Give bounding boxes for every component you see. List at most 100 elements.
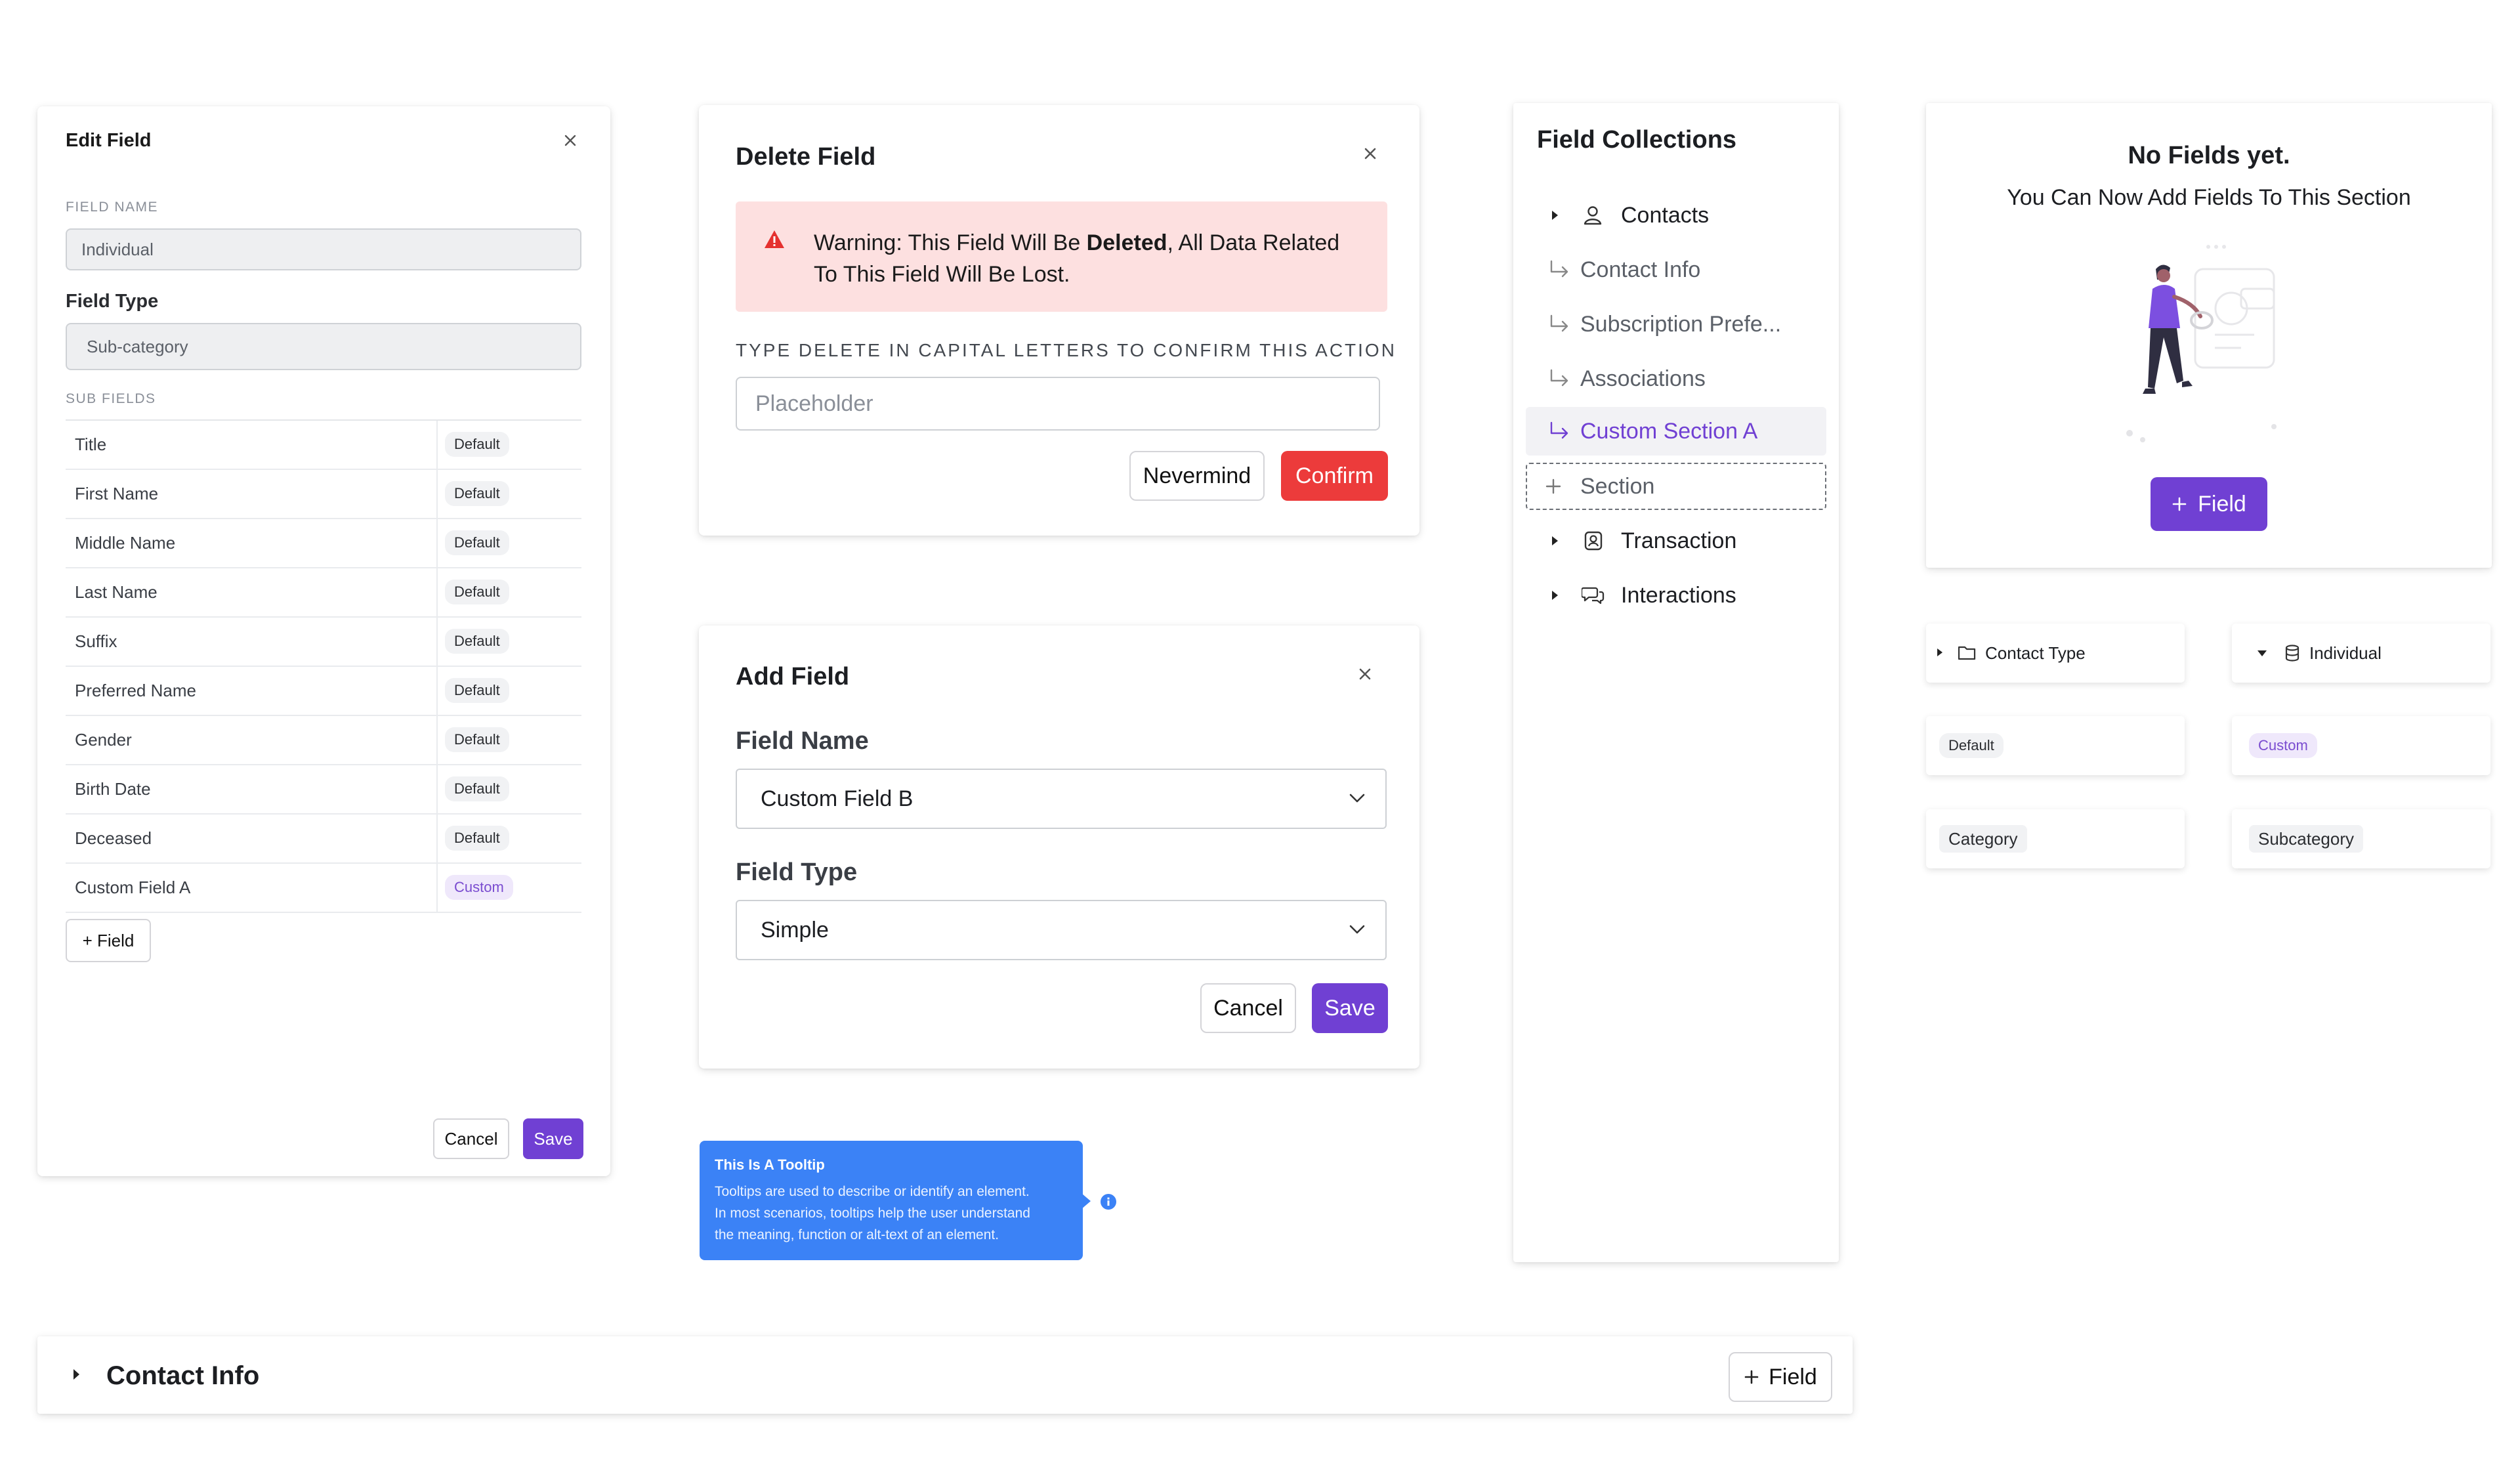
cancel-button[interactable]: Cancel — [433, 1118, 509, 1159]
table-row[interactable]: Gender Default — [66, 716, 581, 765]
field-type-input[interactable]: Sub-category — [66, 323, 581, 370]
collection-label: Interactions — [1621, 582, 1736, 608]
field-name-select-value: Custom Field B — [761, 786, 914, 811]
table-row[interactable]: Middle Name Default — [66, 519, 581, 568]
default-badge: Default — [445, 727, 509, 752]
add-sub-field-button[interactable]: + Field — [66, 919, 151, 962]
collection-label: Contacts — [1621, 202, 1710, 228]
field-name-label: FIELD NAME — [66, 200, 159, 215]
default-badge: Default — [445, 530, 509, 555]
subdirectory-arrow-icon — [1549, 314, 1570, 333]
field-type-label: Field Type — [66, 291, 159, 312]
collection-item-transaction[interactable]: Transaction — [1542, 518, 1818, 564]
tooltip-line-1: Tooltips are used to describe or identif… — [715, 1184, 1030, 1199]
warning-text-suffix: , All Data Related — [1167, 230, 1340, 255]
sub-field-name: Deceased — [75, 828, 152, 848]
table-row[interactable]: Last Name Default — [66, 568, 581, 618]
add-section-button[interactable]: Section — [1526, 463, 1826, 510]
tooltip-title: This Is A Tooltip — [715, 1156, 825, 1173]
confirm-delete-input[interactable]: Placeholder — [736, 377, 1380, 431]
subcategory-badge: Subcategory — [2249, 825, 2363, 853]
tooltip-line-3: the meaning, function or alt-text of an … — [715, 1227, 999, 1242]
sub-field-name: Preferred Name — [75, 681, 196, 700]
contact-type-label: Contact Type — [1985, 643, 2086, 663]
custom-badge: Custom — [445, 875, 513, 900]
tooltip-line-2: In most scenarios, tooltips help the use… — [715, 1206, 1030, 1221]
individual-label: Individual — [2309, 643, 2382, 663]
warning-text-prefix: Warning: This Field Will Be — [814, 230, 1087, 255]
collection-item-contacts[interactable]: Contacts — [1542, 192, 1818, 238]
default-badge: Default — [1939, 733, 2004, 758]
badge-person-icon — [1583, 530, 1604, 551]
table-row[interactable]: Preferred Name Default — [66, 667, 581, 716]
field-name-input[interactable]: Individual — [66, 228, 581, 270]
caret-down-icon — [2257, 649, 2267, 657]
field-type-select[interactable]: Simple — [736, 900, 1387, 960]
subdirectory-arrow-icon — [1549, 260, 1570, 278]
collection-item-interactions[interactable]: Interactions — [1542, 572, 1818, 618]
nevermind-button[interactable]: Nevermind — [1129, 451, 1265, 501]
field-name-select[interactable]: Custom Field B — [736, 769, 1387, 829]
sub-field-name: Birth Date — [75, 779, 151, 799]
default-badge: Default — [445, 481, 509, 506]
add-field-button-label: Field — [2198, 491, 2246, 517]
caret-right-icon — [1551, 210, 1559, 221]
contact-type-collapsed-item[interactable]: Contact Type — [1926, 624, 2185, 683]
caret-right-icon[interactable] — [72, 1368, 80, 1380]
section-title: Contact Info — [106, 1361, 260, 1390]
collection-label: Section — [1580, 473, 1655, 499]
sub-field-name: Last Name — [75, 582, 158, 602]
category-tag-card: Category — [1926, 809, 2185, 868]
individual-expanded-item[interactable]: Individual — [2232, 624, 2490, 683]
empty-state-illustration — [2116, 243, 2300, 453]
chat-bubbles-icon — [1582, 585, 1605, 606]
default-badge: Default — [445, 629, 509, 654]
collection-item-subscription[interactable]: Subscription Prefe... — [1542, 301, 1818, 347]
collection-label: Contact Info — [1580, 257, 1701, 282]
sub-field-name: Gender — [75, 730, 132, 750]
add-field-title: Add Field — [736, 663, 850, 690]
chevron-down-icon — [1349, 923, 1366, 935]
close-icon[interactable] — [1362, 146, 1378, 161]
cancel-button[interactable]: Cancel — [1200, 983, 1296, 1033]
warning-triangle-icon — [763, 229, 786, 250]
table-row[interactable]: Custom Field A Custom — [66, 864, 581, 913]
contact-info-section-bar — [37, 1336, 1853, 1414]
database-icon — [2284, 645, 2300, 662]
collection-item-custom-section-a[interactable]: Custom Section A — [1526, 407, 1826, 456]
chevron-down-icon — [1349, 792, 1366, 804]
collection-item-contact-info[interactable]: Contact Info — [1542, 247, 1818, 293]
sub-fields-label: SUB FIELDS — [66, 391, 156, 406]
add-field-button[interactable]: Field — [1729, 1352, 1832, 1402]
sub-fields-table: Title Default First Name Default Middle Na… — [66, 419, 581, 913]
add-field-button[interactable]: Field — [2151, 477, 2267, 531]
collection-item-associations[interactable]: Associations — [1542, 356, 1818, 402]
save-button[interactable]: Save — [1312, 983, 1388, 1033]
folder-icon — [1958, 645, 1976, 660]
add-field-button-label: Field — [1769, 1364, 1817, 1389]
delete-field-title: Delete Field — [736, 143, 876, 171]
info-icon[interactable] — [1100, 1193, 1117, 1210]
default-badge: Default — [445, 678, 509, 703]
subdirectory-arrow-icon — [1549, 421, 1570, 440]
sub-field-name: Middle Name — [75, 533, 176, 553]
empty-state-title: No Fields yet. — [2128, 142, 2290, 169]
collection-label: Associations — [1580, 366, 1706, 391]
sub-field-name: First Name — [75, 484, 159, 503]
table-row[interactable]: Deceased Default — [66, 815, 581, 864]
table-row[interactable]: First Name Default — [66, 470, 581, 519]
table-row[interactable]: Title Default — [66, 421, 581, 470]
caret-right-icon — [1551, 536, 1559, 546]
custom-tag-card: Custom — [2232, 716, 2490, 775]
sub-field-name: Title — [75, 435, 107, 454]
sub-field-name: Custom Field A — [75, 878, 191, 897]
close-icon[interactable] — [563, 133, 578, 148]
save-button[interactable]: Save — [523, 1118, 583, 1159]
table-row[interactable]: Suffix Default — [66, 618, 581, 667]
confirm-button[interactable]: Confirm — [1281, 451, 1388, 501]
table-row[interactable]: Birth Date Default — [66, 765, 581, 815]
plus-icon — [2172, 496, 2187, 512]
plus-icon — [1545, 478, 1562, 495]
empty-state-subtitle: You Can Now Add Fields To This Section — [2007, 185, 2411, 210]
close-icon[interactable] — [1357, 666, 1373, 682]
